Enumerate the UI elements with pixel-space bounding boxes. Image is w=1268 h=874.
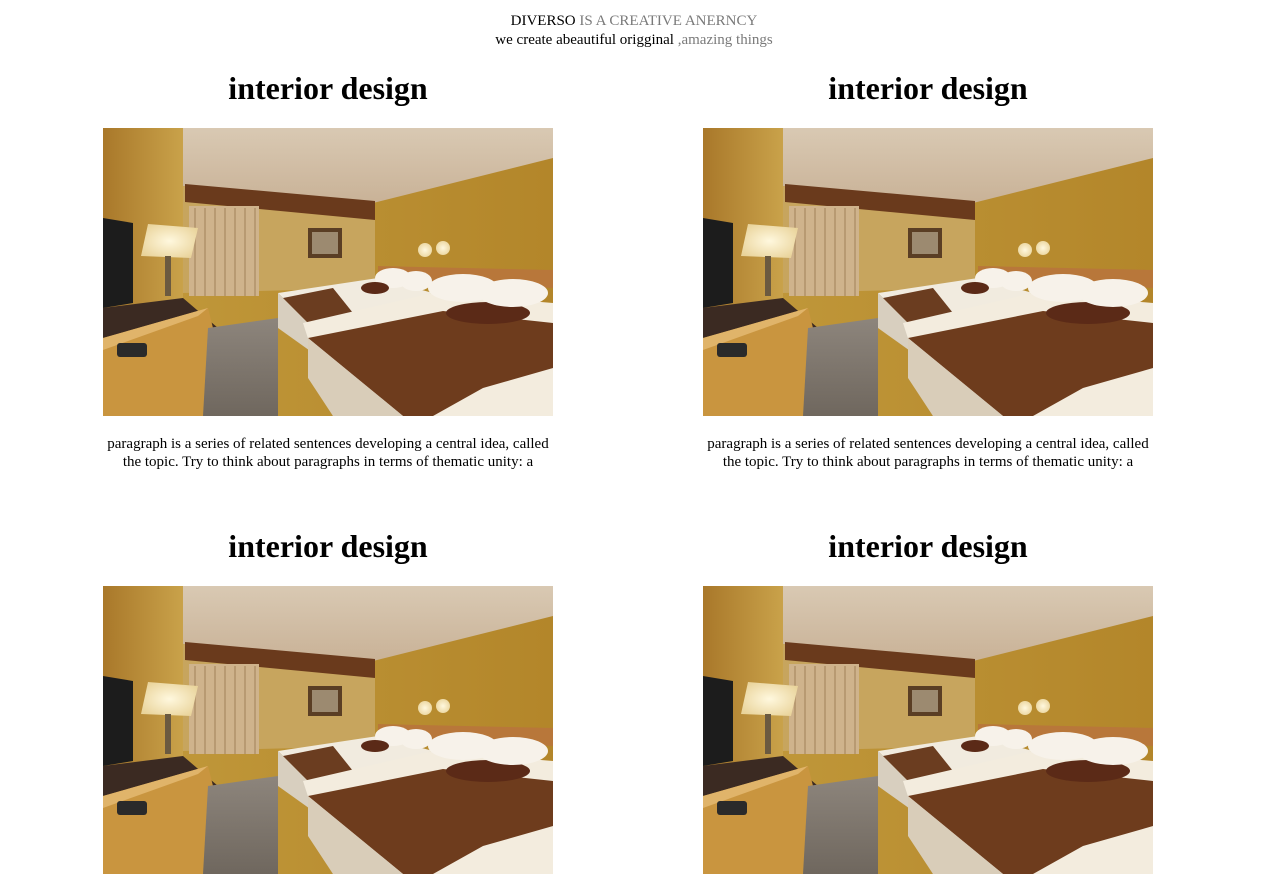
card-image	[703, 586, 1153, 874]
card-paragraph: paragraph is a series of related sentenc…	[707, 436, 1149, 470]
card-grid: interior design paragraph is a series of…	[0, 0, 1268, 874]
hotel-room-image	[703, 586, 1153, 874]
card-image	[103, 128, 553, 416]
card-image	[703, 128, 1153, 416]
card-paragraph: paragraph is a series of related sentenc…	[107, 436, 549, 470]
hotel-room-image	[103, 128, 553, 416]
card-title: interior design	[228, 70, 428, 106]
card-title: interior design	[828, 528, 1028, 564]
card-2: interior design paragraph is a series of…	[703, 70, 1153, 470]
card-1: interior design paragraph is a series of…	[103, 70, 553, 470]
card-title: interior design	[228, 528, 428, 564]
card-4: interior design	[703, 528, 1153, 874]
hotel-room-image	[103, 586, 553, 874]
card-image	[103, 586, 553, 874]
card-3: interior design	[103, 528, 553, 874]
hotel-room-image	[703, 128, 1153, 416]
card-title: interior design	[828, 70, 1028, 106]
